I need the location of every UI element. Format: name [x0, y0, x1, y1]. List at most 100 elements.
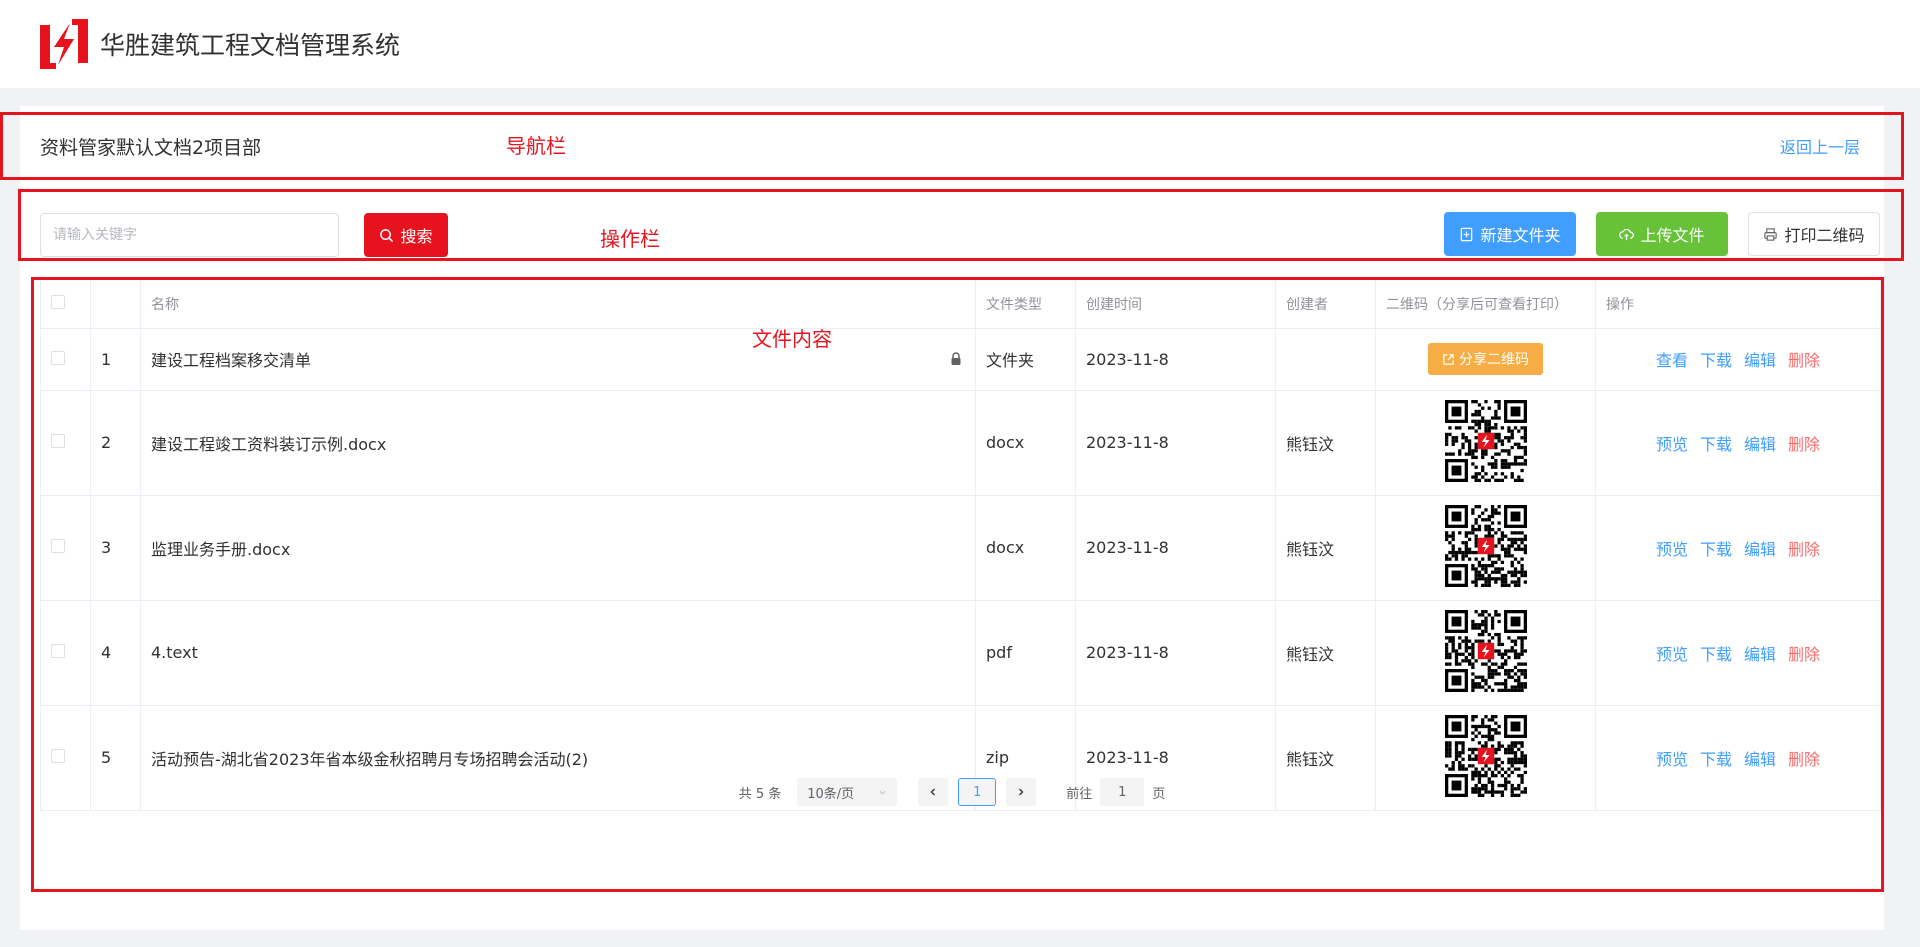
preview-link[interactable]: 预览 [1656, 540, 1688, 559]
row-creator [1275, 328, 1376, 391]
preview-link[interactable]: 预览 [1656, 750, 1688, 769]
row-index: 4 [90, 600, 141, 706]
select-all-checkbox[interactable] [51, 294, 65, 309]
row-name-cell: 建设工程档案移交清单 [140, 328, 976, 391]
row-checkbox[interactable] [51, 434, 65, 448]
search-icon [380, 228, 394, 242]
row-qr-cell [1375, 495, 1596, 601]
row-index: 2 [90, 390, 141, 496]
ops-header: 操作 [1595, 280, 1881, 329]
share-icon [1443, 353, 1454, 365]
logo-icon [40, 19, 88, 69]
edit-link[interactable]: 编辑 [1744, 540, 1776, 559]
download-link[interactable]: 下载 [1700, 750, 1732, 769]
row-index: 3 [90, 495, 141, 601]
next-page-button[interactable] [1006, 778, 1037, 806]
row-date: 2023-11-8 [1075, 390, 1276, 496]
row-type: pdf [975, 600, 1076, 706]
table-row[interactable]: 3 监理业务手册.docx docx 2023-11-8 熊钰汶 预览 下载 编辑删… [40, 495, 1881, 601]
index-header [90, 280, 141, 329]
row-name[interactable]: 建设工程档案移交清单 [151, 351, 311, 370]
goto-page-input[interactable] [1100, 778, 1145, 806]
print-qr-label: 打印二维码 [1784, 226, 1865, 245]
navigation-bar: 资料管家默认文档2项目部 返回上一层 [20, 116, 1884, 176]
edit-link[interactable]: 编辑 [1744, 750, 1776, 769]
edit-link[interactable]: 编辑 [1744, 435, 1776, 454]
row-name-cell: 4.text [140, 600, 976, 706]
upload-button[interactable]: 上传文件 [1596, 212, 1728, 256]
delete-link[interactable]: 删除 [1788, 750, 1820, 769]
chevron-right-icon [1019, 788, 1024, 796]
page-number-current[interactable]: 1 [958, 778, 997, 806]
row-name[interactable]: 活动预告-湖北省2023年省本级金秋招聘月专场招聘会活动(2) [151, 750, 588, 769]
back-link[interactable]: 返回上一层 [1780, 134, 1860, 158]
file-table: 名称 文件类型 创建时间 创建者 二维码（分享后可查看打印） 操作 1 建设工程… [40, 280, 1881, 811]
row-name[interactable]: 监理业务手册.docx [151, 540, 290, 559]
pagination-total: 共 5 条 [738, 786, 782, 802]
edit-link[interactable]: 编辑 [1744, 645, 1776, 664]
goto-suffix: 页 [1152, 786, 1166, 802]
row-checkbox[interactable] [51, 644, 65, 658]
download-link[interactable]: 下载 [1700, 645, 1732, 664]
goto-label: 前往 [1066, 786, 1093, 802]
nav-annotation-label: 导航栏 [506, 134, 566, 158]
creator-header: 创建者 [1275, 280, 1376, 329]
new-folder-button[interactable]: 新建文件夹 [1444, 212, 1576, 256]
download-link[interactable]: 下载 [1700, 435, 1732, 454]
row-qr-cell [1375, 390, 1596, 496]
chevron-left-icon [930, 788, 936, 796]
share-qr-button[interactable]: 分享二维码 [1428, 343, 1543, 375]
preview-link[interactable]: 预览 [1656, 645, 1688, 664]
row-checkbox[interactable] [51, 749, 65, 763]
row-name[interactable]: 建设工程竣工资料装订示例.docx [151, 435, 386, 454]
row-creator: 熊钰汶 [1275, 600, 1376, 706]
table-row[interactable]: 1 建设工程档案移交清单 文件夹 2023-11-8 分享二维码 查看 下载 编… [40, 328, 1881, 391]
row-name-cell: 监理业务手册.docx [140, 495, 976, 601]
search-button-label: 搜索 [400, 227, 433, 246]
created-header: 创建时间 [1075, 280, 1276, 329]
app-header: 华胜建筑工程文档管理系统 [0, 0, 1920, 88]
table-row[interactable]: 4 4.text pdf 2023-11-8 熊钰汶 预览 下载 编辑 删除 [40, 600, 1881, 706]
download-link[interactable]: 下载 [1700, 540, 1732, 559]
row-date: 2023-11-8 [1075, 600, 1276, 706]
qr-header: 二维码（分享后可查看打印） [1375, 280, 1596, 329]
row-checkbox[interactable] [51, 350, 65, 365]
row-ops: 预览 下载 编辑 删除 [1595, 600, 1881, 706]
app-title: 华胜建筑工程文档管理系统 [100, 31, 401, 60]
edit-link[interactable]: 编辑 [1744, 351, 1776, 370]
row-name[interactable]: 4.text [151, 643, 198, 662]
cloud-upload-icon [1619, 228, 1635, 240]
prev-page-button[interactable] [918, 778, 949, 806]
printer-icon [1764, 227, 1778, 241]
preview-link[interactable]: 预览 [1656, 435, 1688, 454]
delete-link[interactable]: 删除 [1788, 435, 1820, 454]
main-panel: 资料管家默认文档2项目部 返回上一层 搜索 新建文件夹 上传文件 打印二维码 [20, 106, 1884, 930]
row-creator: 熊钰汶 [1275, 495, 1376, 601]
row-checkbox[interactable] [51, 539, 65, 553]
name-header: 名称 [140, 280, 976, 329]
new-folder-label: 新建文件夹 [1480, 226, 1561, 245]
search-input[interactable] [40, 213, 339, 257]
row-name-cell: 建设工程竣工资料装订示例.docx [140, 390, 976, 496]
page-size-select[interactable]: 10条/页 [797, 778, 898, 806]
type-header: 文件类型 [975, 280, 1076, 329]
qr-code-icon [1444, 504, 1527, 587]
search-button[interactable]: 搜索 [364, 213, 448, 257]
chevron-down-icon [879, 790, 886, 795]
delete-link[interactable]: 删除 [1788, 645, 1820, 664]
table-row[interactable]: 2 建设工程竣工资料装订示例.docx docx 2023-11-8 熊钰汶 预… [40, 390, 1881, 496]
delete-link[interactable]: 删除 [1788, 540, 1820, 559]
row-qr-cell [1375, 600, 1596, 706]
view-link[interactable]: 查看 [1656, 351, 1688, 370]
row-type: docx [975, 390, 1076, 496]
print-qr-button[interactable]: 打印二维码 [1748, 212, 1880, 256]
row-index: 1 [90, 328, 141, 391]
row-qr-cell: 分享二维码 [1375, 328, 1596, 391]
breadcrumb: 资料管家默认文档2项目部 [40, 136, 262, 159]
download-link[interactable]: 下载 [1700, 351, 1732, 370]
content-annotation-label: 文件内容 [752, 327, 832, 351]
row-ops: 查看 下载 编辑 删除 [1595, 328, 1881, 391]
delete-link[interactable]: 删除 [1788, 351, 1820, 370]
goto-page: 前往 页 [1066, 778, 1165, 806]
ops-annotation-label: 操作栏 [600, 227, 660, 251]
